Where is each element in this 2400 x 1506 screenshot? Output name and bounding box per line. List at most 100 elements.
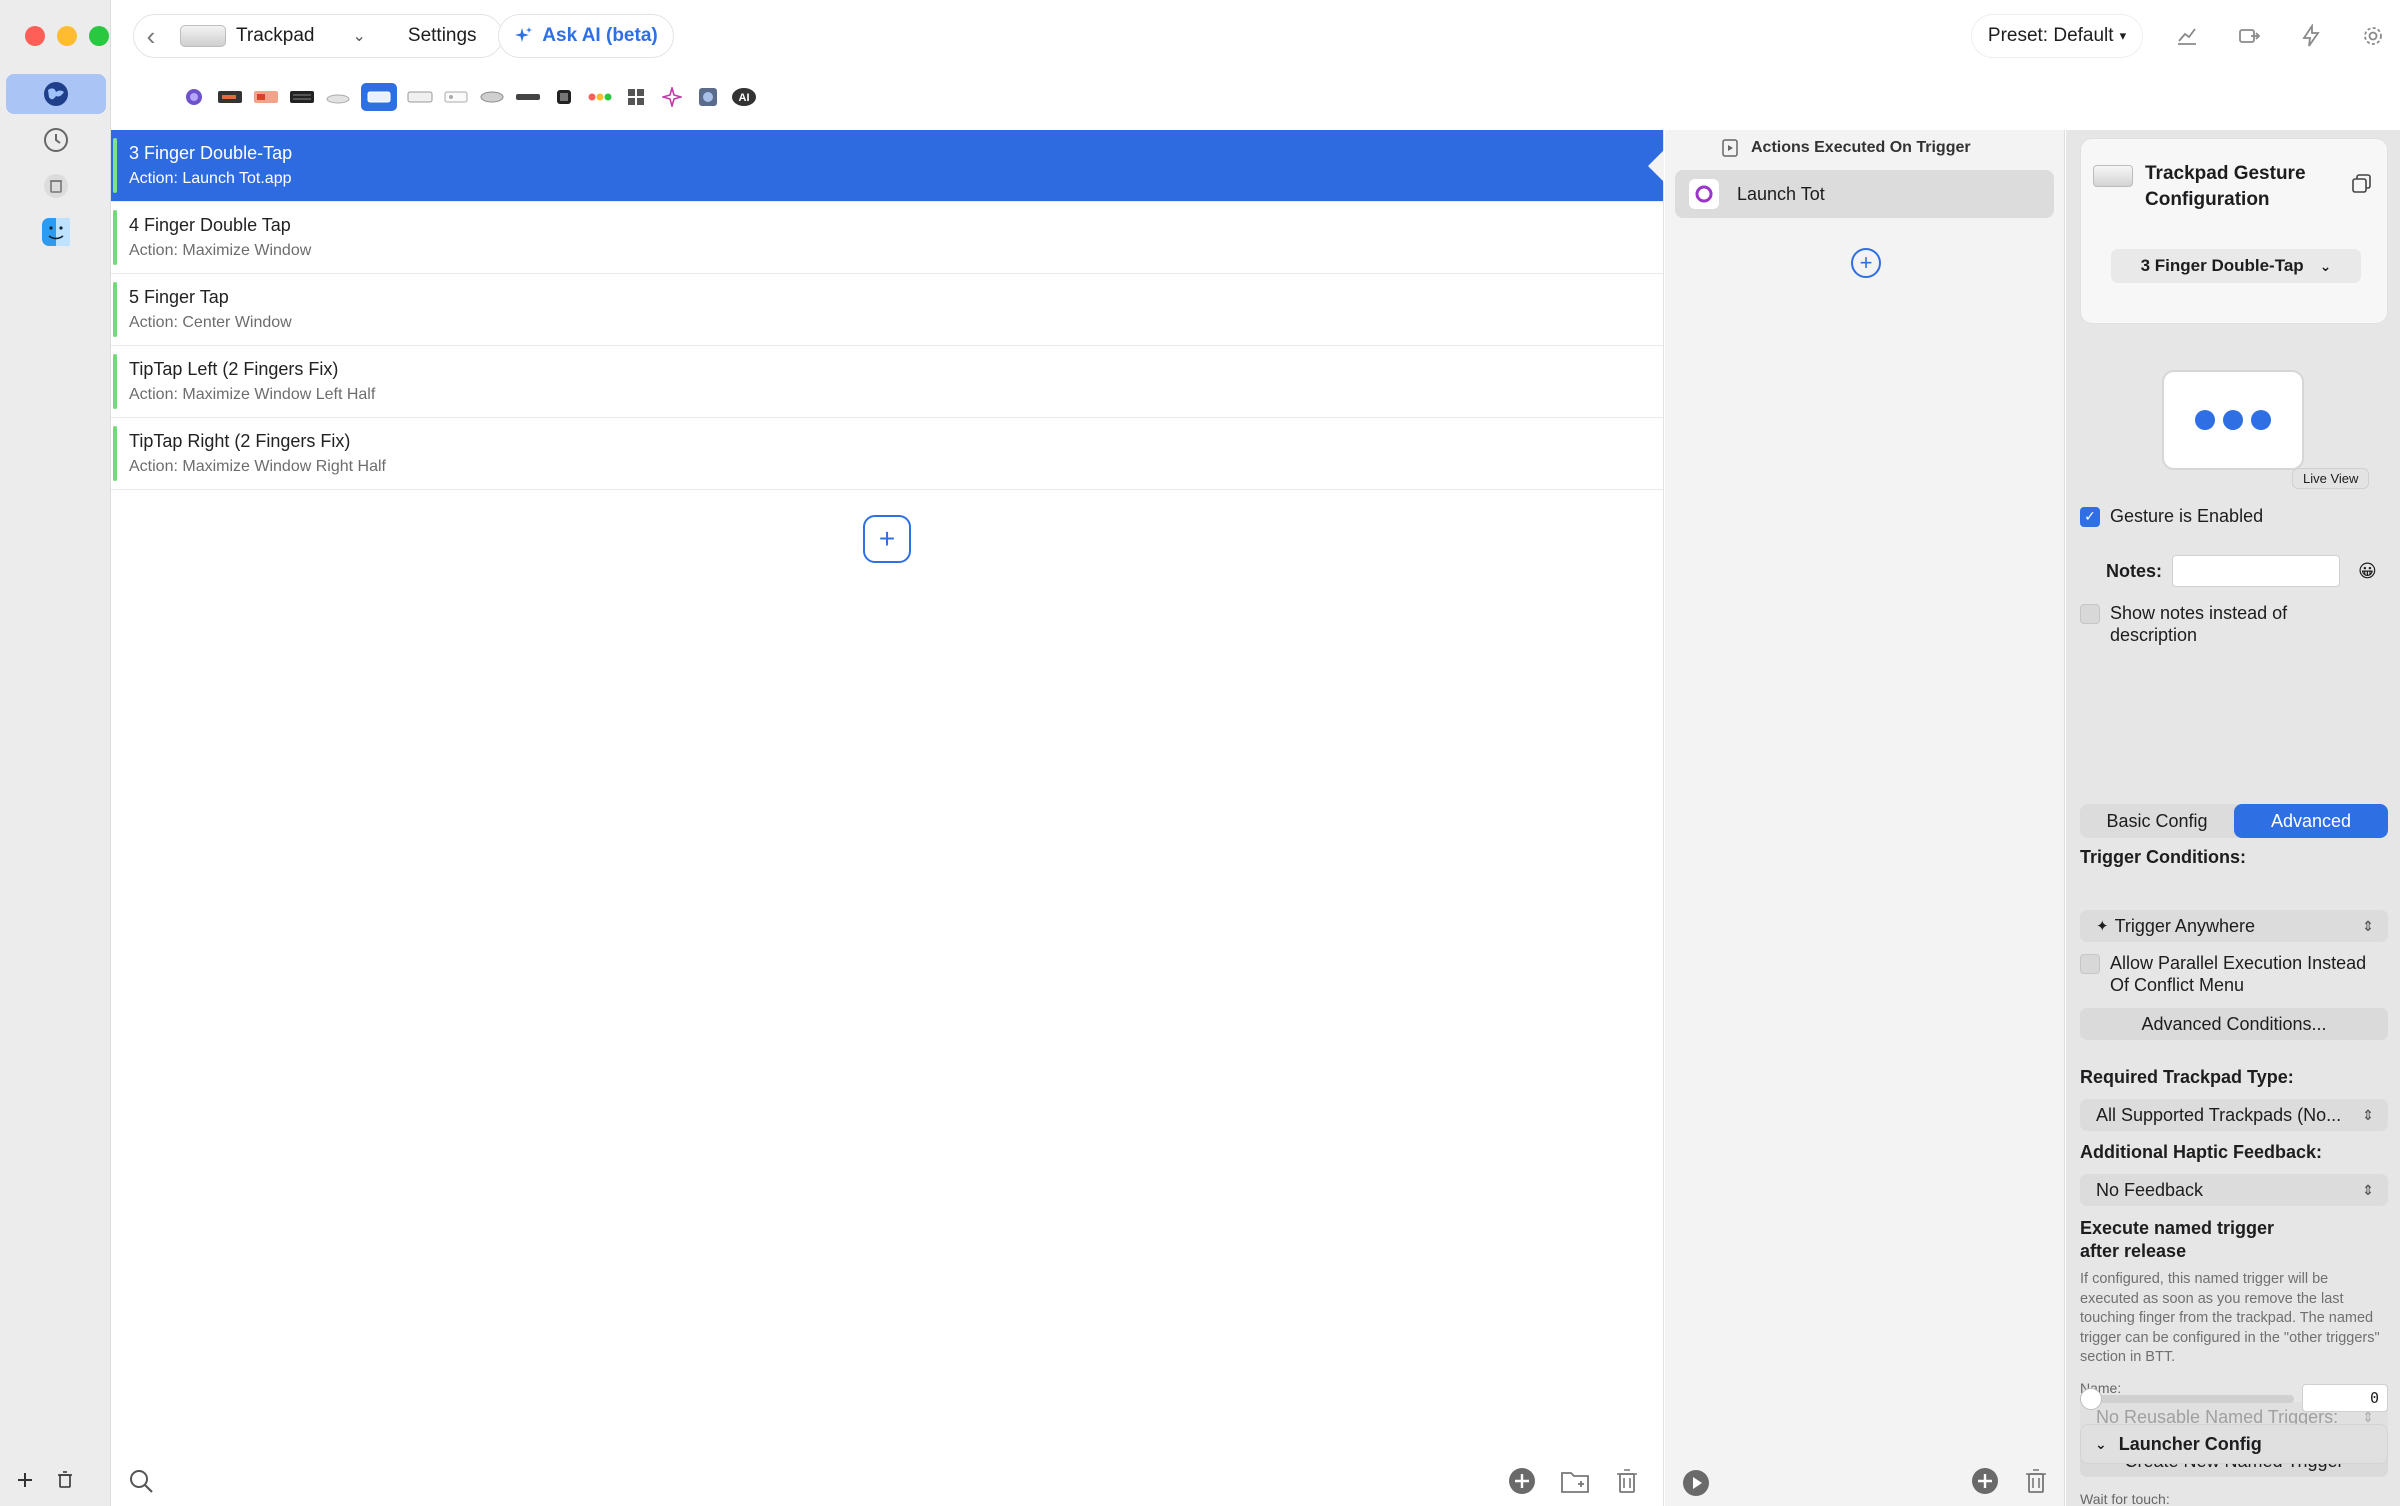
- actions-header: Actions Executed On Trigger: [1665, 130, 2064, 166]
- keyboard-shortcut-category-icon[interactable]: [515, 86, 541, 108]
- add-circle-icon[interactable]: [1507, 1466, 1537, 1496]
- stepper-icon: ⇕: [2362, 1408, 2374, 1425]
- sidebar-item-finder[interactable]: [6, 212, 106, 252]
- trash-icon[interactable]: [2022, 1466, 2050, 1496]
- tab-advanced[interactable]: Advanced: [2234, 804, 2388, 838]
- preset-label: Preset: Default: [1987, 25, 2114, 46]
- show-notes-checkbox[interactable]: [2080, 604, 2100, 624]
- named-trigger-label: Execute named trigger after release: [2080, 1218, 2275, 1261]
- advanced-conditions-button[interactable]: Advanced Conditions...: [2080, 1008, 2388, 1040]
- document-play-icon: [1722, 139, 1738, 157]
- show-notes-row[interactable]: Show notes instead of description: [2080, 602, 2330, 646]
- tab-basic-config[interactable]: Basic Config: [2080, 804, 2234, 838]
- finder-icon: [42, 218, 70, 246]
- add-icon[interactable]: [14, 1469, 36, 1491]
- ask-ai-button[interactable]: Ask AI (beta): [498, 14, 674, 58]
- add-trigger-button[interactable]: +: [863, 515, 911, 563]
- siri-remote-category-icon[interactable]: [443, 86, 469, 108]
- preset-select[interactable]: Preset: Default ▾: [1971, 14, 2143, 58]
- new-folder-icon[interactable]: [1559, 1466, 1591, 1496]
- trigger-row[interactable]: TipTap Left (2 Fingers Fix) Action: Maxi…: [111, 346, 1663, 418]
- plus-icon: +: [878, 523, 896, 554]
- trackpad-category-icon[interactable]: [361, 83, 397, 111]
- config-panel: Trackpad Gesture Configuration 3 Finger …: [2066, 130, 2400, 1506]
- enabled-indicator: [113, 354, 117, 409]
- chevron-down-icon: ⌄: [352, 28, 366, 45]
- required-trackpad-type-value: All Supported Trackpads (No...: [2096, 1104, 2342, 1125]
- selection-arrow: [1648, 150, 1664, 182]
- trigger-anywhere-select[interactable]: ✦ Trigger Anywhere ⇕: [2080, 910, 2388, 942]
- gesture-select[interactable]: 3 Finger Double-Tap ⌄: [2111, 249, 2361, 283]
- duplicate-icon[interactable]: [2351, 173, 2373, 195]
- trash-icon[interactable]: [1613, 1466, 1641, 1496]
- trigger-list-bottom-bar: [111, 1456, 1663, 1506]
- magic-mouse-category-icon[interactable]: [325, 86, 351, 108]
- clock-icon: [44, 128, 68, 152]
- trash-icon[interactable]: [54, 1469, 76, 1491]
- haptic-feedback-select[interactable]: No Feedback ⇕: [2080, 1174, 2388, 1206]
- search-icon[interactable]: [127, 1467, 155, 1495]
- lightning-icon[interactable]: [2295, 20, 2327, 52]
- notch-bar-category-icon[interactable]: [587, 86, 613, 108]
- gesture-enabled-checkbox[interactable]: ✓: [2080, 506, 2100, 527]
- zoom-window-button[interactable]: [89, 26, 109, 46]
- trigger-row[interactable]: 3 Finger Double-Tap Action: Launch Tot.a…: [111, 130, 1664, 202]
- keyboard-category-icon[interactable]: [289, 86, 315, 108]
- sidebar-item-global[interactable]: [6, 74, 106, 114]
- automation-category-icon[interactable]: [659, 86, 685, 108]
- globe-icon: [44, 82, 68, 106]
- export-icon[interactable]: [2233, 20, 2265, 52]
- minimize-window-button[interactable]: [57, 26, 77, 46]
- widgets-category-icon[interactable]: [623, 86, 649, 108]
- trigger-row[interactable]: TipTap Right (2 Fingers Fix) Action: Max…: [111, 418, 1663, 490]
- gesture-enabled-row[interactable]: ✓ Gesture is Enabled: [2080, 506, 2263, 527]
- notes-input[interactable]: [2172, 555, 2341, 587]
- haptic-feedback-label: Additional Haptic Feedback:: [2080, 1142, 2323, 1162]
- ai-category-icon[interactable]: AI: [731, 86, 757, 108]
- required-trackpad-type-select[interactable]: All Supported Trackpads (No... ⇕: [2080, 1099, 2388, 1131]
- action-item[interactable]: Launch Tot: [1675, 170, 2054, 218]
- trigger-title: TipTap Left (2 Fingers Fix): [129, 359, 339, 379]
- enabled-indicator: [113, 282, 117, 337]
- toolbar-icons: [2171, 20, 2389, 52]
- sparkle-icon: [515, 27, 533, 42]
- gear-icon[interactable]: [2357, 20, 2389, 52]
- allow-parallel-row[interactable]: Allow Parallel Execution Instead Of Conf…: [2080, 952, 2390, 996]
- config-mode-tabs: Basic Config Advanced: [2080, 804, 2388, 838]
- apple-keyboard-category-icon[interactable]: [407, 86, 433, 108]
- device-select[interactable]: Trackpad ⌄: [168, 25, 378, 47]
- stepper-icon: ⇕: [2362, 917, 2374, 934]
- sidebar-item-trash[interactable]: [6, 166, 106, 206]
- svg-text:AI: AI: [739, 92, 750, 104]
- named-trigger-select[interactable]: No Reusable Named Triggers: ⇕: [2080, 1402, 2388, 1432]
- global-category-icon[interactable]: [181, 86, 207, 108]
- play-icon[interactable]: [1681, 1468, 1711, 1498]
- back-button[interactable]: ‹: [134, 21, 168, 52]
- touchbar-category-icon[interactable]: [217, 86, 243, 108]
- other-triggers-category-icon[interactable]: [695, 86, 721, 108]
- trigger-row[interactable]: 4 Finger Double Tap Action: Maximize Win…: [111, 202, 1663, 274]
- stream-deck-category-icon[interactable]: [253, 86, 279, 108]
- name-label: Name:: [2080, 1380, 2122, 1396]
- trigger-list: 3 Finger Double-Tap Action: Launch Tot.a…: [111, 130, 1664, 1506]
- chart-icon[interactable]: [2171, 20, 2203, 52]
- drawings-category-icon[interactable]: [551, 86, 577, 108]
- enabled-indicator: [113, 210, 117, 265]
- trigger-row[interactable]: 5 Finger Tap Action: Center Window: [111, 274, 1663, 346]
- emoji-picker-icon[interactable]: 😀: [2358, 561, 2377, 582]
- add-circle-icon[interactable]: [1970, 1466, 2000, 1496]
- stepper-icon: ⇕: [2362, 1106, 2374, 1123]
- settings-button[interactable]: Settings: [408, 25, 477, 47]
- close-window-button[interactable]: [25, 26, 45, 46]
- sidebar-item-history[interactable]: [6, 120, 106, 160]
- mouse-category-icon[interactable]: [479, 86, 505, 108]
- tot-app-icon: [1689, 179, 1719, 209]
- device-label: Trackpad: [236, 25, 315, 46]
- stepper-icon: ⇕: [2362, 1181, 2374, 1198]
- allow-parallel-checkbox[interactable]: [2080, 954, 2100, 974]
- add-action-button[interactable]: +: [1851, 248, 1881, 278]
- allow-parallel-label: Allow Parallel Execution Instead Of Conf…: [2110, 953, 2367, 995]
- preset-caret: ▾: [2119, 28, 2127, 43]
- create-named-trigger-button[interactable]: Create New Named Trigger: [2080, 1445, 2388, 1477]
- trigger-category-strip: AI: [181, 80, 757, 114]
